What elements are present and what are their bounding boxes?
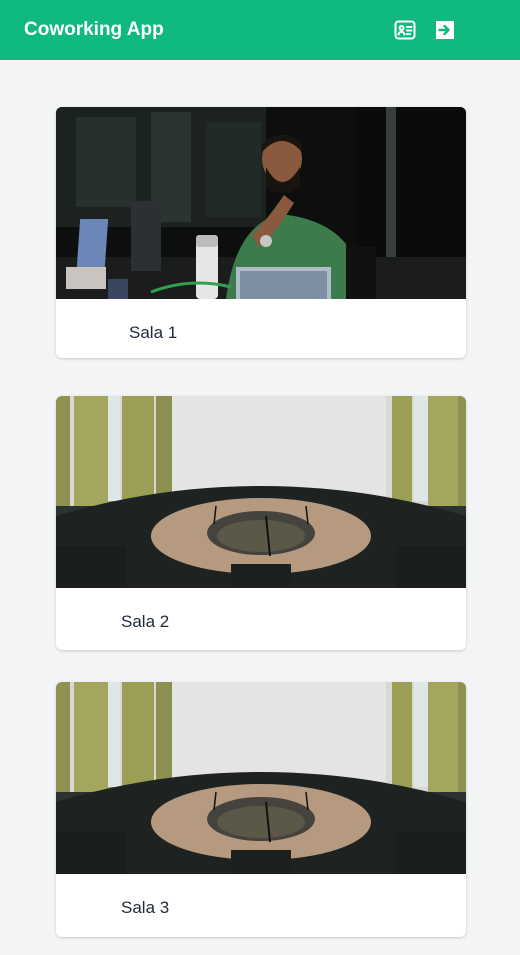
sign-in-arrow-icon[interactable] [433,18,457,42]
room-photo-2 [56,396,466,588]
room-card-1[interactable]: Sala 1 [56,107,466,358]
room-photo-1 [56,107,466,299]
app-header: Coworking App [0,0,520,60]
app-title: Coworking App [24,19,164,40]
room-name-3: Sala 3 [121,898,170,917]
room-card-2[interactable]: Sala 2 [56,396,466,650]
room-name-1: Sala 1 [129,323,178,342]
room-name-2: Sala 2 [121,612,170,631]
id-card-icon[interactable] [393,18,417,42]
room-card-3[interactable]: Sala 3 [56,682,466,937]
room-photo-3 [56,682,466,874]
